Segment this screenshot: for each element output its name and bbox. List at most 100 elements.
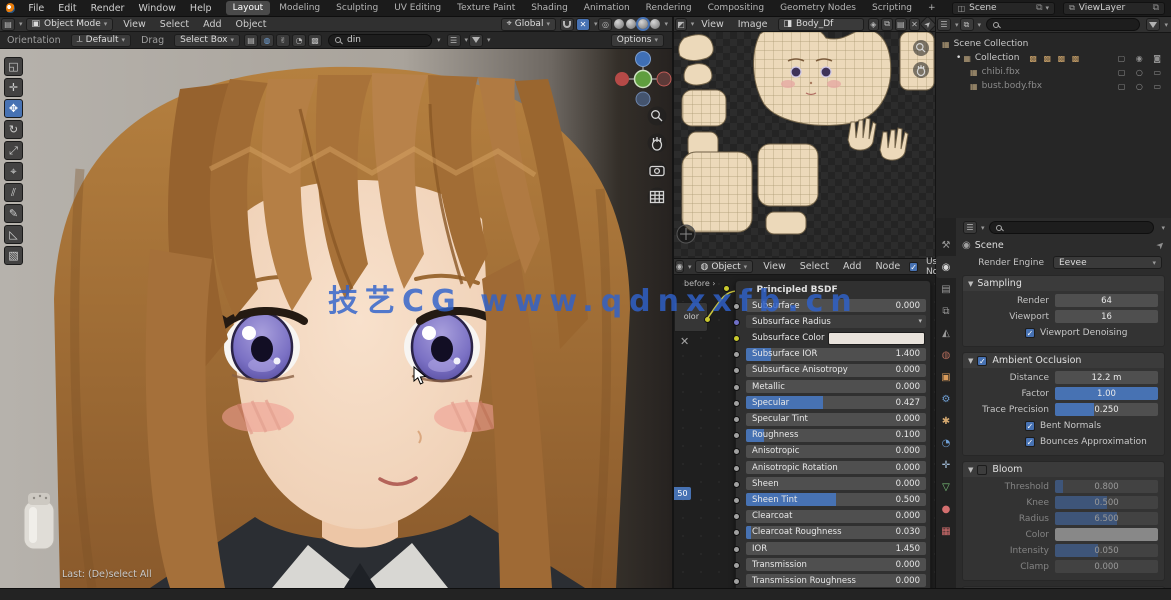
node-socket-dot[interactable] [733, 562, 740, 569]
node-socket-dot[interactable] [733, 546, 740, 553]
properties-tab[interactable]: ▣ [936, 366, 956, 388]
node-socket-dot[interactable] [733, 481, 740, 488]
properties-tab[interactable]: ◔ [936, 432, 956, 454]
properties-tab[interactable]: ⧉ [936, 300, 956, 322]
use-nodes-checkbox[interactable]: ✓ [909, 262, 918, 272]
app-menu-item[interactable]: File [21, 3, 51, 14]
node-socket-dot[interactable] [733, 335, 740, 342]
app-menu-item[interactable]: Edit [51, 3, 83, 14]
shader-menu-item[interactable]: Node [868, 261, 907, 272]
tool-button[interactable]: ◺ [4, 225, 23, 244]
shield-icon[interactable]: ◈ [868, 18, 880, 31]
bloom-panel-header[interactable]: ▼✓Bloom [963, 462, 1164, 477]
node-socket-row[interactable]: Clearcoat Roughness 0.030 ▾ [746, 526, 926, 539]
workspace-tab[interactable]: Modeling [272, 1, 327, 15]
outliner-search-input[interactable] [1003, 19, 1083, 31]
display-mode-icon[interactable]: ☰ [447, 34, 461, 47]
node-socket-dot[interactable] [733, 465, 740, 472]
blender-logo-icon[interactable] [6, 3, 15, 13]
properties-tab[interactable]: ⚙ [936, 388, 956, 410]
row-visibility-controls[interactable]: ▢ ○ ▭ [1118, 68, 1165, 77]
uv-editor-type-icon[interactable]: ◩ [675, 18, 687, 31]
shader-menu-item[interactable]: View [756, 261, 793, 272]
3d-viewport[interactable]: ▤▾ ▣Object Mode▾ ViewSelectAddObject ⌖Gl… [0, 17, 672, 588]
node-socket-row[interactable]: Transmission 0.000 ▾ [746, 558, 926, 571]
node-socket-row[interactable]: Specular 0.427 ▾ [746, 396, 926, 409]
properties-editor[interactable]: ⚒◉▤⧉◭◍▣⚙✱◔✛▽●▦ ☰▾ ▾ ◉ Scene ➤ Render Eng… [936, 218, 1171, 588]
tool-search[interactable] [328, 34, 432, 47]
tool-button[interactable]: ⤢ [4, 141, 23, 160]
ts-world-icon[interactable]: ◍ [260, 34, 274, 47]
folder-icon[interactable]: ▤ [895, 18, 907, 31]
shading-material-icon[interactable] [638, 19, 648, 29]
snap-mode-icon[interactable]: ✕ [576, 18, 590, 31]
color-swatch[interactable] [1055, 528, 1158, 541]
properties-tab[interactable]: ▤ [936, 278, 956, 300]
color-swatch[interactable] [828, 332, 925, 345]
node-socket-dot[interactable] [733, 319, 740, 326]
node-socket-row[interactable]: Subsurface 0.000 ▾ [746, 299, 926, 312]
workspace-tab[interactable]: Rendering [639, 1, 699, 15]
node-canvas[interactable]: before › olor ✕ 50 ▾ Principled BSDF [674, 275, 935, 588]
render-engine-dropdown[interactable]: Eevee▾ [1053, 256, 1162, 269]
property-row[interactable]: Viewport 16 [965, 310, 1158, 323]
property-row[interactable]: Knee 0.500 [965, 496, 1158, 509]
viewport-menu-item[interactable]: Object [229, 19, 274, 30]
tool-button[interactable]: ↻ [4, 120, 23, 139]
node-socket-row[interactable]: Subsurface Color ▾ [746, 332, 926, 345]
uv-image-editor[interactable]: ◩▾ ViewImage ◨Body_Df ◈ ⧉ ▤ ✕ ➤ [674, 17, 935, 258]
properties-tab[interactable]: ◭ [936, 322, 956, 344]
property-row[interactable]: Trace Precision 0.250 [965, 403, 1158, 416]
app-menu-item[interactable]: Render [84, 3, 132, 14]
node-socket-row[interactable]: Roughness 0.100 ▾ [746, 429, 926, 442]
shader-type-dropdown[interactable]: ◍Object▾ [695, 260, 754, 273]
tool-orientation-dropdown[interactable]: ⟂Default▾ [71, 34, 131, 47]
node-socket-row[interactable]: Clearcoat 0.000 ▾ [746, 510, 926, 523]
principled-bsdf-node[interactable]: ▾ Principled BSDF Subsurface 0.000 [735, 280, 931, 588]
properties-tab[interactable]: ✛ [936, 454, 956, 476]
properties-tab[interactable]: ▦ [936, 520, 956, 542]
tool-button[interactable]: ◱ [4, 57, 23, 76]
node-socket-dot[interactable] [733, 416, 740, 423]
node-socket-row[interactable]: IOR 1.450 ▾ [746, 542, 926, 555]
outliner-display-icon[interactable]: ⧉ [960, 18, 974, 31]
tool-button[interactable]: ✛ [4, 78, 23, 97]
property-row[interactable]: Intensity 0.050 [965, 544, 1158, 557]
editor-type-icon[interactable]: ▤ [1, 18, 15, 31]
property-row[interactable]: Render 64 [965, 294, 1158, 307]
node-socket-row[interactable]: Metallic 0.000 ▾ [746, 380, 926, 393]
mode-dropdown[interactable]: ▣Object Mode▾ [26, 18, 114, 31]
node-socket-row[interactable]: Transmission Roughness 0.000 ▾ [746, 574, 926, 587]
node-socket-dot[interactable] [733, 303, 740, 310]
tool-button[interactable]: ✥ [4, 99, 23, 118]
properties-tab[interactable]: ▽ [936, 476, 956, 498]
close-icon[interactable]: ✕ [909, 18, 921, 31]
shader-editor[interactable]: ◉▾ ◍Object▾ ViewSelectAddNode ✓ Use Node… [674, 259, 935, 588]
ts-hands-icon[interactable]: ✌ [276, 34, 290, 47]
uv-menu-item[interactable]: Image [731, 19, 775, 30]
tool-button[interactable]: ✎ [4, 204, 23, 223]
drag-dropdown[interactable]: Select Box▾ [174, 34, 240, 47]
node-socket-dot[interactable] [733, 351, 740, 358]
outliner-row[interactable]: • ▦ Collection ▩ ▩ ▩ ▩ ▢ ◉ ◙ [936, 51, 1171, 65]
node-socket-row[interactable]: Sheen 0.000 ▾ [746, 477, 926, 490]
outliner-search[interactable] [986, 18, 1140, 31]
outliner-type-icon[interactable]: ☰ [937, 18, 951, 31]
property-row[interactable]: Radius 6.500 [965, 512, 1158, 525]
outliner-row[interactable]: • ▦ Scene Collection [936, 37, 1171, 51]
node-header[interactable]: ▾ Principled BSDF [746, 283, 926, 296]
shading-solid-icon[interactable] [626, 19, 636, 29]
image-datablock[interactable]: ◨Body_Df [778, 18, 864, 31]
node-socket-row[interactable]: Subsurface Anisotropy 0.000 ▾ [746, 364, 926, 377]
node-socket-dot[interactable] [733, 448, 740, 455]
viewport-menu-item[interactable]: View [116, 19, 153, 30]
node-socket-dot[interactable] [733, 529, 740, 536]
search-input[interactable] [345, 34, 425, 46]
overflow-slider-chip[interactable]: 50 [674, 487, 691, 500]
properties-tab[interactable]: ⚒ [936, 234, 956, 256]
row-visibility-controls[interactable]: ▢ ○ ▭ [1118, 82, 1165, 91]
panel-close-icon[interactable]: ✕ [680, 335, 689, 348]
pin-icon[interactable]: ➤ [919, 15, 936, 32]
shader-menu-item[interactable]: Select [793, 261, 836, 272]
property-row[interactable]: Clamp 0.000 [965, 560, 1158, 573]
